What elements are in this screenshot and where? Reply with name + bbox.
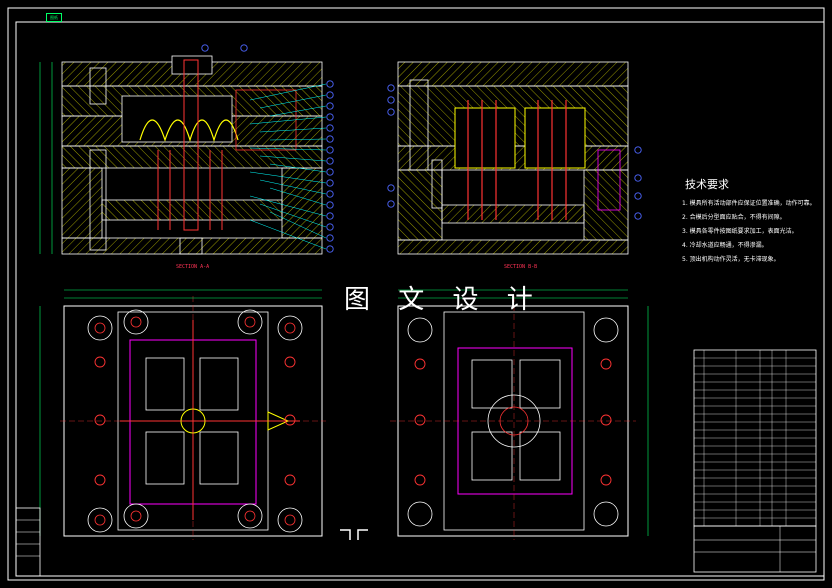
screw-hole (600, 474, 612, 486)
screw-hole (414, 414, 426, 426)
screw-hole (600, 358, 612, 370)
screw-hole (414, 474, 426, 486)
section-b-b-view (397, 61, 629, 255)
screw-hole (414, 358, 426, 370)
part-balloon (326, 91, 334, 99)
guide-bushing (237, 309, 263, 335)
screw-hole (94, 414, 106, 426)
guide-bushing (593, 317, 619, 343)
tech-requirement-line: 4. 冷却水道应畅通，不得渗漏。 (682, 242, 768, 249)
plan-view-right-holes (407, 317, 619, 527)
screw-hole (600, 414, 612, 426)
part-balloon (326, 157, 334, 165)
part-balloon (326, 245, 334, 253)
part-balloon (634, 212, 642, 220)
part-balloon (326, 168, 334, 176)
part-balloon (326, 102, 334, 110)
part-balloon (326, 135, 334, 143)
tech-requirement-line: 1. 模具所有活动部件应保证位置准确，动作可靠。 (682, 200, 816, 207)
section-a-a-label: SECTION A-A (176, 264, 209, 270)
part-balloon (326, 190, 334, 198)
part-balloon (634, 174, 642, 182)
screw-hole (284, 474, 296, 486)
part-balloon (634, 146, 642, 154)
plan-view-fixed-half (39, 289, 326, 540)
guide-hole (94, 322, 106, 334)
guide-bushing (407, 317, 433, 343)
screw-hole (94, 474, 106, 486)
guide-bushing (87, 507, 113, 533)
part-balloon (326, 212, 334, 220)
parts-list-table (693, 349, 817, 527)
tech-requirement-line: 3. 模具各零件按图纸要求加工，表面光洁。 (682, 228, 798, 235)
screw-hole (284, 356, 296, 368)
guide-hole (130, 510, 142, 522)
part-balloon (326, 223, 334, 231)
section-a-a-view (39, 55, 323, 255)
guide-hole (284, 514, 296, 526)
part-balloon (240, 44, 248, 52)
guide-bushing (407, 501, 433, 527)
guide-bushing (123, 309, 149, 335)
guide-bushing (87, 315, 113, 341)
part-balloon (326, 113, 334, 121)
part-balloon (201, 44, 209, 52)
guide-bushing (123, 503, 149, 529)
guide-bushing (277, 315, 303, 341)
part-balloon (326, 80, 334, 88)
guide-bushing (277, 507, 303, 533)
part-balloon (326, 124, 334, 132)
guide-hole (130, 316, 142, 328)
part-balloon (387, 108, 395, 116)
part-balloon (387, 200, 395, 208)
part-balloon (326, 179, 334, 187)
part-balloon (326, 234, 334, 242)
part-balloon (326, 146, 334, 154)
tech-requirement-line: 2. 合模后分型面应贴合，不得有间隙。 (682, 214, 786, 221)
part-balloon (326, 201, 334, 209)
tech-requirement-line: 5. 顶出机构动作灵活，无卡滞现象。 (682, 256, 780, 263)
guide-bushing (593, 501, 619, 527)
part-balloon (387, 84, 395, 92)
drawing-stamp: 图纸 (46, 13, 62, 22)
watermark-text: 图 文 设 计 (344, 285, 543, 315)
guide-hole (244, 316, 256, 328)
part-balloon (634, 192, 642, 200)
guide-hole (284, 322, 296, 334)
section-cut-mark (340, 529, 368, 540)
title-block (693, 525, 817, 573)
guide-bushing (237, 503, 263, 529)
part-balloon (387, 184, 395, 192)
guide-hole (94, 514, 106, 526)
tech-requirements-title: 技术要求 (685, 178, 729, 191)
part-balloon (387, 96, 395, 104)
section-b-b-label: SECTION B-B (504, 264, 537, 270)
revision-block (15, 507, 41, 577)
screw-hole (94, 356, 106, 368)
guide-hole (244, 510, 256, 522)
